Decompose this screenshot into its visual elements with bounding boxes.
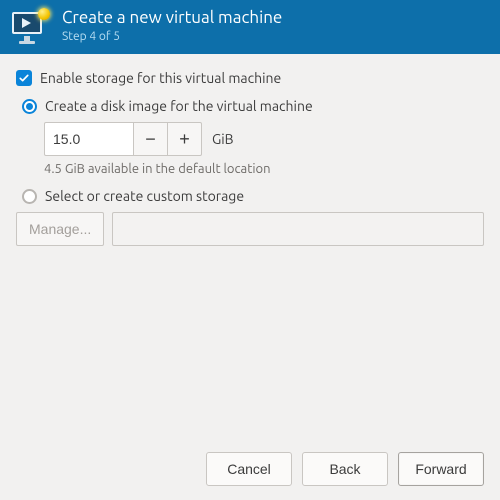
wizard-body: Enable storage for this virtual machine … <box>0 54 500 246</box>
available-space-hint: 4.5 GiB available in the default locatio… <box>44 162 484 176</box>
header-text: Create a new virtual machine Step 4 of 5 <box>62 8 282 44</box>
disk-size-row: − + GiB <box>44 122 484 156</box>
custom-storage-label: Select or create custom storage <box>45 188 244 204</box>
custom-storage-path-input[interactable] <box>112 212 484 246</box>
enable-storage-label: Enable storage for this virtual machine <box>40 70 281 86</box>
wizard-footer: Cancel Back Forward <box>0 452 500 486</box>
custom-storage-controls: Manage... <box>16 212 484 246</box>
disk-size-increment[interactable]: + <box>168 122 202 156</box>
back-button[interactable]: Back <box>302 452 388 486</box>
vm-monitor-icon <box>10 6 50 46</box>
manage-storage-button[interactable]: Manage... <box>16 212 104 246</box>
checkmark-icon <box>18 72 30 84</box>
create-disk-image-row: Create a disk image for the virtual mach… <box>22 98 484 114</box>
forward-button[interactable]: Forward <box>398 452 484 486</box>
create-disk-image-label: Create a disk image for the virtual mach… <box>45 98 313 114</box>
disk-size-unit: GiB <box>212 131 234 147</box>
wizard-step-label: Step 4 of 5 <box>62 30 282 44</box>
wizard-title: Create a new virtual machine <box>62 8 282 28</box>
enable-storage-row: Enable storage for this virtual machine <box>16 70 484 86</box>
custom-storage-radio[interactable] <box>22 189 37 204</box>
disk-size-input[interactable] <box>44 122 134 156</box>
custom-storage-row: Select or create custom storage <box>22 188 484 204</box>
disk-size-decrement[interactable]: − <box>134 122 168 156</box>
cancel-button[interactable]: Cancel <box>206 452 292 486</box>
wizard-header: Create a new virtual machine Step 4 of 5 <box>0 0 500 54</box>
enable-storage-checkbox[interactable] <box>16 70 32 86</box>
create-disk-image-radio[interactable] <box>22 99 37 114</box>
